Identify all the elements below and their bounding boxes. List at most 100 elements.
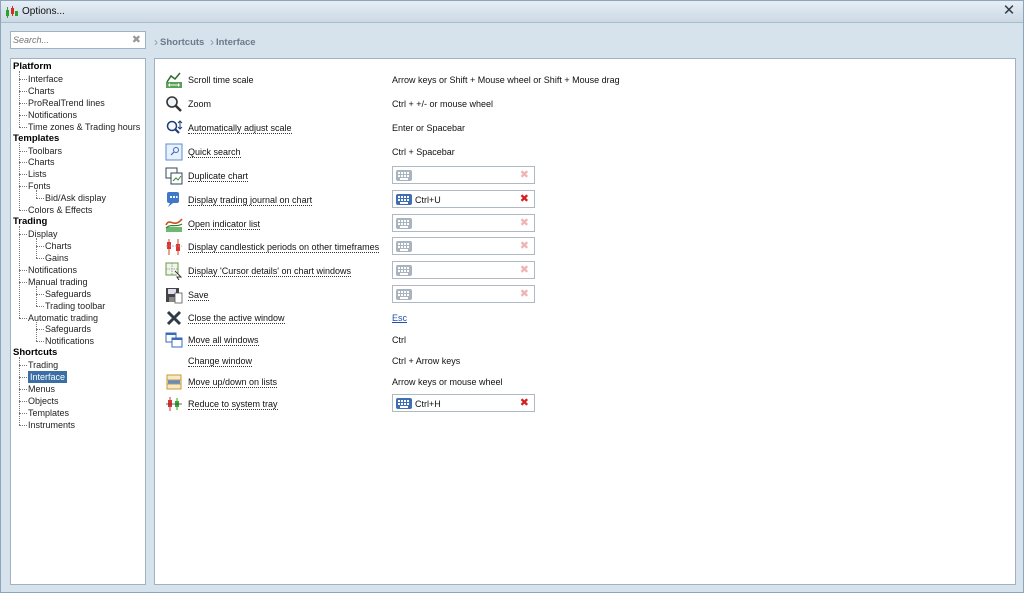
shortcut-label[interactable]: Display trading journal on chart: [188, 195, 313, 206]
scroll-time-scale-icon: [166, 72, 182, 88]
shortcut-label[interactable]: Automatically adjust scale: [188, 123, 292, 134]
clear-shortcut-icon[interactable]: ✖: [520, 217, 529, 230]
tree-connector: [19, 389, 27, 391]
tree-item[interactable]: Lists: [28, 168, 47, 180]
shortcut-value[interactable]: Esc: [392, 313, 407, 323]
shortcut-label[interactable]: Move all windows: [188, 335, 259, 346]
shortcut-label[interactable]: Close the active window: [188, 313, 285, 324]
tree-item[interactable]: Gains: [45, 252, 69, 264]
shortcut-row: Change window Ctrl + Arrow keys: [155, 351, 1015, 373]
shortcut-label[interactable]: Open indicator list: [188, 219, 261, 230]
tree-item[interactable]: Trading toolbar: [45, 300, 105, 312]
tree-connector: [19, 317, 27, 319]
tree-connector: [19, 412, 27, 414]
close-window-button[interactable]: ✕: [1001, 3, 1017, 19]
tree-guide-line: [19, 71, 20, 127]
shortcut-row: Move up/down on lists Arrow keys or mouse…: [155, 372, 1015, 394]
clear-shortcut-icon[interactable]: ✖: [520, 288, 529, 301]
tree-connector: [19, 78, 27, 80]
tree-connector: [19, 269, 27, 271]
shortcut-label[interactable]: Save: [188, 290, 209, 301]
shortcut-value: Enter or Spacebar: [392, 123, 466, 133]
tree-item[interactable]: Display: [28, 228, 58, 240]
shortcut-label[interactable]: Move up/down on lists: [188, 377, 278, 388]
tree-item[interactable]: Fonts: [28, 180, 51, 192]
tree-connector: [19, 281, 27, 283]
keyboard-icon: [396, 241, 412, 252]
tree-item[interactable]: Instruments: [28, 419, 75, 431]
shortcut-key-field[interactable]: ✖: [392, 237, 535, 255]
app-logo-icon: [6, 6, 18, 18]
shortcut-value: Ctrl + +/- or mouse wheel: [392, 99, 494, 109]
search-input[interactable]: [13, 33, 125, 47]
tree-item[interactable]: Notifications: [28, 264, 77, 276]
tree-item[interactable]: Toolbars: [28, 145, 62, 157]
clear-shortcut-icon[interactable]: ✖: [520, 193, 529, 206]
breadcrumb-item-shortcuts[interactable]: Shortcuts: [160, 37, 204, 48]
clear-shortcut-icon[interactable]: ✖: [520, 169, 529, 182]
tree-item[interactable]: Templates: [28, 407, 69, 419]
shortcut-key-field[interactable]: ✖: [392, 214, 535, 232]
clear-shortcut-icon[interactable]: ✖: [520, 240, 529, 253]
tree-item[interactable]: ProRealTrend lines: [28, 97, 105, 109]
shortcut-row: Save ✖: [155, 285, 1015, 307]
shortcut-key-field[interactable]: Ctrl+H ✖: [392, 394, 535, 412]
shortcut-label[interactable]: Reduce to system tray: [188, 399, 278, 410]
move-up-down-icon: [166, 374, 182, 390]
shortcut-label[interactable]: Duplicate chart: [188, 171, 249, 182]
tree-item[interactable]: Notifications: [45, 335, 94, 347]
tree-connector: [36, 293, 44, 295]
shortcut-label[interactable]: Change window: [188, 356, 253, 367]
tree-guide-line: [19, 142, 20, 211]
tree-item[interactable]: Notifications: [28, 109, 77, 121]
tree-guide-line: [19, 357, 20, 425]
system-tray-icon: [166, 397, 182, 411]
shortcut-row: Open indicator list ✖: [155, 214, 1015, 236]
shortcut-label[interactable]: Quick search: [188, 147, 241, 158]
clear-shortcut-icon[interactable]: ✖: [520, 264, 529, 277]
tree-item[interactable]: Bid/Ask display: [45, 192, 106, 204]
tree-connector: [36, 341, 44, 343]
shortcut-key-field[interactable]: ✖: [392, 285, 535, 303]
tree-item[interactable]: Automatic trading: [28, 312, 98, 324]
tree-connector: [19, 102, 27, 104]
tree-connector: [19, 174, 27, 176]
tree-connector: [19, 162, 27, 164]
shortcut-label[interactable]: Display candlestick periods on other tim…: [188, 242, 380, 253]
save-icon: [166, 288, 183, 304]
shortcut-key-field[interactable]: ✖: [392, 261, 535, 279]
tree-item[interactable]: Charts: [45, 240, 72, 252]
tree-item[interactable]: Trading: [28, 359, 58, 371]
tree-connector: [36, 245, 44, 247]
shortcut-key-value: Ctrl+U: [415, 195, 441, 205]
tree-item[interactable]: Safeguards: [45, 288, 91, 300]
tree-item[interactable]: Colors & Effects: [28, 204, 92, 216]
shortcuts-panel: Scroll time scale Arrow keys or Shift + M…: [154, 58, 1016, 585]
cursor-details-icon: [165, 262, 183, 280]
tree-item[interactable]: Objects: [28, 395, 59, 407]
tree-item[interactable]: Time zones & Trading hours: [28, 121, 140, 133]
clear-shortcut-icon[interactable]: ✖: [520, 397, 529, 410]
shortcut-row: Scroll time scale Arrow keys or Shift + M…: [155, 70, 1015, 92]
keyboard-icon: [396, 194, 412, 205]
trading-journal-icon: [167, 192, 179, 207]
shortcut-row: Close the active window Esc: [155, 308, 1015, 330]
shortcut-value: Arrow keys or mouse wheel: [392, 377, 503, 387]
tree-item[interactable]: Menus: [28, 383, 55, 395]
tree-connector: [19, 114, 27, 116]
shortcut-label[interactable]: Display 'Cursor details' on chart window…: [188, 266, 352, 277]
tree-item[interactable]: Safeguards: [45, 323, 91, 335]
shortcut-key-field[interactable]: Ctrl+U ✖: [392, 190, 535, 208]
options-window: Options... ✕ ✖ ›Shortcuts ›Interface Pla…: [0, 0, 1024, 593]
tree-item[interactable]: Interface: [28, 371, 68, 384]
shortcut-key-field[interactable]: ✖: [392, 166, 535, 184]
tree-item[interactable]: Charts: [28, 156, 55, 168]
tree-item[interactable]: Interface: [28, 73, 63, 85]
title-bar: Options... ✕: [1, 1, 1023, 23]
tree-item[interactable]: Charts: [28, 85, 55, 97]
keyboard-icon: [396, 289, 412, 300]
tree-guide-line: [19, 226, 20, 318]
keyboard-icon: [396, 218, 412, 229]
shortcut-row: Display trading journal on chart Ctrl+U ✖: [155, 190, 1015, 212]
clear-search-icon[interactable]: ✖: [132, 34, 141, 46]
